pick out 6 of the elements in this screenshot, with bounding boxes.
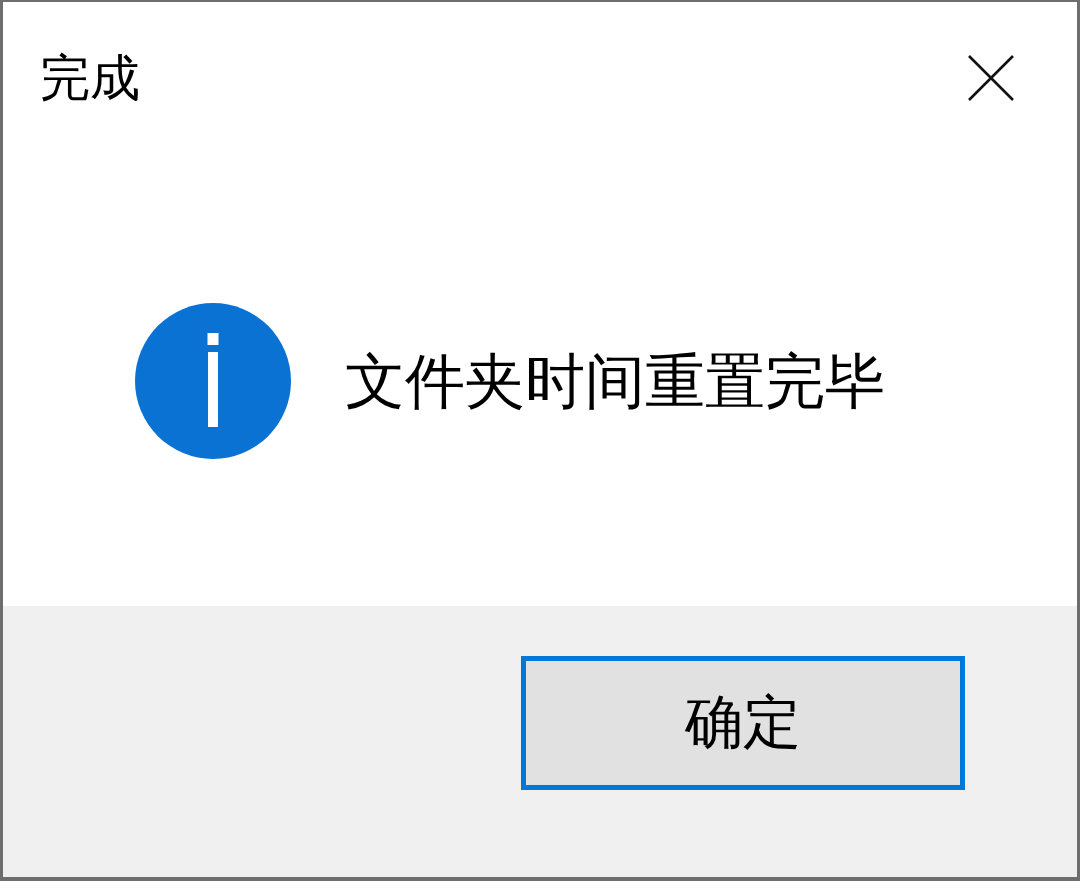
close-button[interactable]: [968, 55, 1014, 101]
ok-button[interactable]: 确定: [521, 656, 965, 790]
info-icon: [135, 303, 291, 459]
window-title: 完成: [40, 48, 140, 108]
message-text: 文件夹时间重置完毕: [345, 345, 885, 417]
close-icon: [968, 55, 1014, 101]
